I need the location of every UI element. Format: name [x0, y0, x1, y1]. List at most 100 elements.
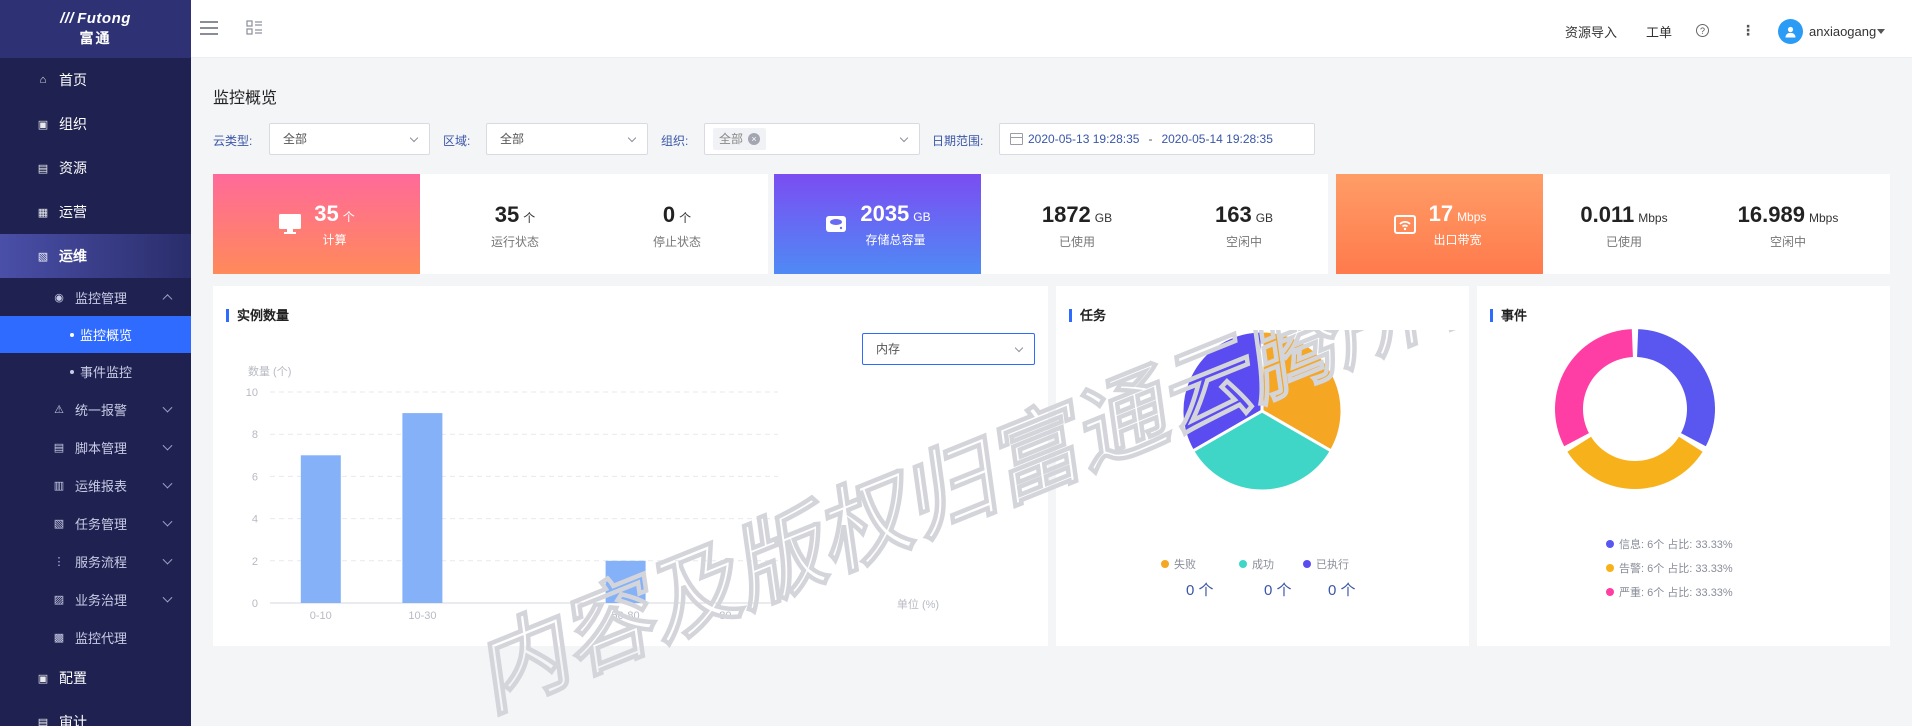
cloud-type-value: 全部 [283, 132, 308, 146]
nav-item-home[interactable]: ⌂ 首页 [0, 58, 191, 102]
legend-item[interactable]: 告警: 6个 占比: 33.33% [1606, 560, 1733, 576]
nav-item-resource[interactable]: ▤ 资源 [0, 146, 191, 190]
sub-label: 任务管理 [75, 516, 128, 532]
agent-icon: ▩ [53, 631, 65, 644]
cloud-type-select[interactable]: 全部 [269, 123, 430, 155]
nav-item-audit[interactable]: ▤ 审计 [0, 700, 191, 726]
sub-item-task[interactable]: ▧ 任务管理 [0, 504, 191, 542]
pie-slice[interactable] [1567, 436, 1703, 489]
legend-item[interactable]: 信息: 6个 占比: 33.33% [1606, 536, 1733, 552]
logo[interactable]: ///Futong 富通 [0, 0, 191, 58]
compute-running-stat: 35 个 运行状态 [435, 202, 595, 250]
sub-item-governance[interactable]: ▨ 业务治理 [0, 580, 191, 618]
sub-item-report[interactable]: ▥ 运维报表 [0, 466, 191, 504]
sub-item-alarm[interactable]: ⚠ 统一报警 [0, 390, 191, 428]
legend-item[interactable]: 严重: 6个 占比: 33.33% [1606, 584, 1733, 600]
nav-item-maintenance[interactable]: ▧ 运维 [0, 234, 191, 278]
legend-item[interactable]: 已执行 [1303, 556, 1349, 572]
date-start[interactable]: 2020-05-13 19:28:35 [1028, 132, 1139, 146]
menu-toggle-icon[interactable] [200, 21, 218, 35]
bandwidth-total: 17 [1428, 200, 1454, 226]
operation-icon: ▦ [37, 206, 49, 219]
list-view-icon[interactable] [246, 20, 263, 36]
chevron-down-icon [162, 554, 173, 565]
caret-down-icon[interactable] [1877, 29, 1885, 34]
compute-card: 35 个 计算 35 个 运行状态 0个 停止状态 [213, 174, 768, 274]
x-tick-label: 10-30 [408, 610, 436, 622]
stopped-value: 0 [662, 202, 676, 227]
compute-stopped-stat: 0个 停止状态 [597, 202, 757, 250]
pie-slice[interactable] [1555, 329, 1633, 447]
bandwidth-used-label: 已使用 [1605, 235, 1642, 249]
sub-item-monitor-mgmt[interactable]: ◉ 监控管理 [0, 278, 191, 316]
more-icon[interactable]: ⋮ [1741, 22, 1755, 39]
sub-label: 业务治理 [75, 592, 128, 608]
sub-item-script[interactable]: ▤ 脚本管理 [0, 428, 191, 466]
ticket-link[interactable]: 工单 [1646, 22, 1672, 41]
avatar[interactable] [1778, 19, 1803, 44]
running-label: 运行状态 [490, 235, 539, 249]
username[interactable]: anxiaogang [1809, 24, 1876, 39]
flow-icon: ⋮ [53, 555, 65, 568]
legend-item[interactable]: 成功 [1239, 556, 1274, 572]
region-label: 区域: [443, 134, 471, 148]
chevron-down-icon [162, 402, 173, 413]
bandwidth-card: 17 Mbps 出口带宽 0.011 Mbps 已使用 16.989 Mbps 空闲中 [1336, 174, 1890, 274]
date-range-picker[interactable]: 2020-05-13 19:28:35 - 2020-05-14 19:28:3… [999, 123, 1315, 155]
bar[interactable] [300, 455, 341, 603]
maintenance-icon: ▧ [37, 250, 49, 263]
running-unit: 个 [523, 211, 536, 225]
org-tag[interactable]: 全部 × [713, 128, 767, 150]
x-tick-label: 80- [719, 610, 735, 622]
config-icon: ▣ [37, 672, 49, 685]
legend-count: 0 个 [1186, 582, 1214, 599]
nav-label: 审计 [59, 714, 87, 726]
bandwidth-free-value: 16.989 [1737, 202, 1805, 227]
report-icon: ▥ [53, 479, 65, 492]
governance-icon: ▨ [53, 593, 65, 606]
legend-label: 严重: 6个 占比: 33.33% [1619, 587, 1733, 599]
nav-item-operation[interactable]: ▦ 运营 [0, 190, 191, 234]
storage-used-value: 1872 [1041, 202, 1091, 227]
leaf-event-monitor[interactable]: 事件监控 [0, 353, 191, 390]
bar[interactable] [402, 413, 443, 603]
storage-used-label: 已使用 [1058, 235, 1095, 249]
bandwidth-unit: Mbps [1457, 209, 1487, 224]
bar[interactable] [605, 560, 646, 603]
events-panel: 事件 信息: 6个 占比: 33.33% 告警: 6个 占比: 33.33% 严重:… [1477, 286, 1890, 646]
tasks-title: 任务 [1069, 309, 1106, 322]
legend-count: 0 个 [1264, 582, 1292, 599]
y-tick-label: 2 [252, 556, 258, 568]
nav-label: 运营 [59, 204, 87, 220]
storage-free-value: 163 [1214, 202, 1252, 227]
tag-close-icon[interactable]: × [748, 133, 761, 145]
resource-import-link[interactable]: 资源导入 [1565, 22, 1617, 41]
bandwidth-free-unit: Mbps [1808, 211, 1839, 225]
legend-dot-icon [1303, 560, 1311, 568]
y-axis-label: 数量 (个) [248, 365, 291, 378]
sub-item-agent[interactable]: ▩ 监控代理 [0, 618, 191, 656]
y-tick-label: 8 [252, 429, 258, 441]
stopped-label: 停止状态 [652, 235, 701, 249]
leaf-monitor-overview[interactable]: 监控概览 [0, 316, 191, 353]
legend-item[interactable]: 失败 [1161, 556, 1196, 572]
events-title: 事件 [1490, 309, 1527, 322]
nav-item-org[interactable]: ▣ 组织 [0, 102, 191, 146]
org-select[interactable]: 全部 × [704, 123, 920, 155]
sub-item-flow[interactable]: ⋮ 服务流程 [0, 542, 191, 580]
region-select[interactable]: 全部 [486, 123, 648, 155]
nav-item-config[interactable]: ▣ 配置 [0, 656, 191, 700]
storage-used-stat: 1872 GB 已使用 [997, 202, 1157, 250]
sub-label: 运维报表 [75, 478, 128, 494]
legend-label: 失败 [1174, 559, 1196, 571]
compute-hero: 35 个 计算 [213, 174, 420, 274]
legend-label: 信息: 6个 占比: 33.33% [1619, 539, 1733, 551]
pie-slice[interactable] [1637, 329, 1715, 447]
y-tick-label: 10 [246, 387, 258, 399]
legend-dot-icon [1606, 588, 1614, 596]
date-end[interactable]: 2020-05-14 19:28:35 [1161, 132, 1272, 146]
help-icon[interactable]: ? [1696, 24, 1709, 37]
org-icon: ▣ [37, 118, 49, 131]
sub-label: 监控代理 [75, 630, 128, 646]
sub-label: 服务流程 [75, 554, 128, 570]
